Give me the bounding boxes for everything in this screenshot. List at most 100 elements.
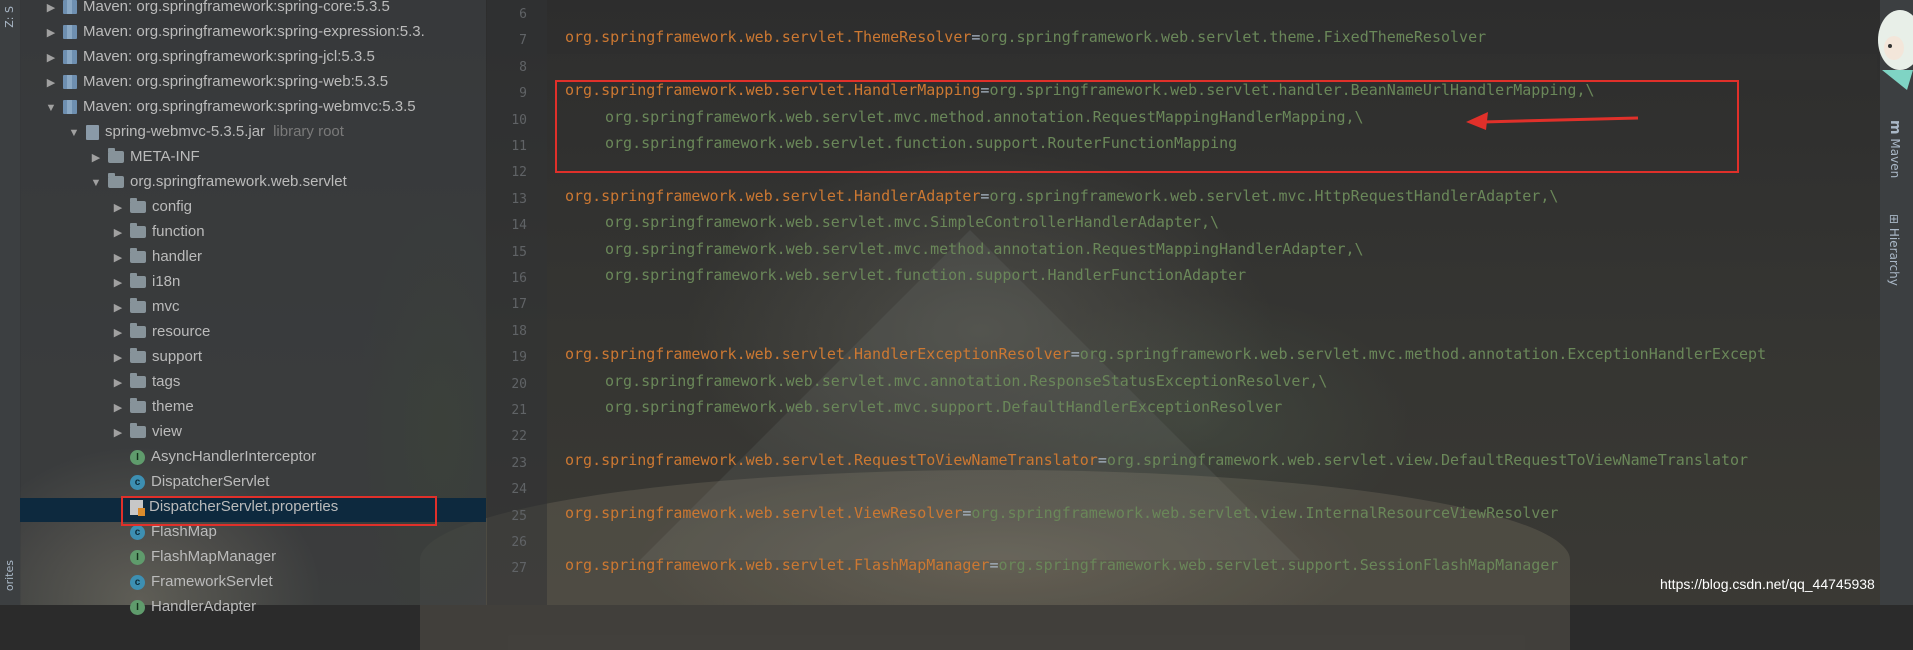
expand-arrow-icon[interactable]: ▶: [112, 276, 124, 289]
property-value: org.springframework.web.servlet.support.…: [998, 556, 1559, 575]
tree-node[interactable]: ▶ Maven: org.springframework:spring-core:…: [45, 0, 390, 22]
tree-node[interactable]: ▶ handler: [112, 248, 202, 272]
folder-icon: [108, 148, 124, 164]
tree-node[interactable]: I AsyncHandlerInterceptor: [112, 448, 316, 472]
expand-arrow-icon[interactable]: ▶: [45, 1, 57, 14]
maven-tab-label: Maven: [1888, 138, 1902, 179]
tree-node-label: FlashMapManager: [151, 548, 277, 565]
property-key: org.springframework.web.servlet.RequestT…: [565, 450, 1098, 469]
property-key: org.springframework.web.servlet.HandlerA…: [565, 186, 981, 205]
collapse-arrow-icon[interactable]: ▼: [45, 102, 57, 114]
expand-arrow-icon[interactable]: ▶: [112, 376, 124, 389]
property-value: org.springframework.web.servlet.mvc.anno…: [605, 371, 1328, 390]
expand-arrow-icon[interactable]: ▶: [112, 401, 124, 414]
tree-node-label: theme: [152, 398, 194, 415]
maven-tool-window-tab[interactable]: m Maven: [1887, 120, 1903, 178]
line-number: 10: [511, 112, 527, 128]
tree-node[interactable]: ▶ view: [112, 423, 182, 447]
folder-icon: [130, 398, 146, 414]
structure-tool-label[interactable]: Z: S: [3, 6, 16, 28]
tree-node[interactable]: ▶ config: [112, 198, 192, 222]
expand-arrow-icon[interactable]: ▶: [112, 301, 124, 314]
expand-arrow-icon[interactable]: ▶: [112, 226, 124, 239]
line-number: 17: [511, 297, 527, 313]
tree-node[interactable]: c FlashMap: [112, 523, 217, 547]
tree-node-label: Maven: org.springframework:spring-web:5.…: [83, 73, 389, 90]
property-separator: =: [1097, 450, 1107, 469]
class-icon: c: [130, 574, 145, 590]
jar-icon: [86, 124, 99, 140]
code-line: org.springframework.web.servlet.ThemeRes…: [565, 28, 1486, 54]
expand-arrow-icon[interactable]: ▶: [90, 151, 102, 164]
tree-node[interactable]: ▶ META-INF: [90, 148, 200, 172]
code-line: org.springframework.web.servlet.mvc.Simp…: [565, 213, 1219, 239]
collapse-arrow-icon[interactable]: ▼: [90, 177, 102, 189]
library-root-hint: library root: [273, 123, 344, 140]
property-value: org.springframework.web.servlet.mvc.Simp…: [605, 213, 1220, 232]
tree-node[interactable]: ▶ Maven: org.springframework:spring-expre…: [45, 23, 425, 47]
line-number: 22: [511, 429, 527, 445]
property-value: org.springframework.web.servlet.mvc.meth…: [1079, 345, 1767, 364]
tree-node[interactable]: ▼ Maven: org.springframework:spring-webmv…: [45, 98, 416, 122]
property-key: org.springframework.web.servlet.HandlerE…: [565, 345, 1071, 364]
tree-node-label: META-INF: [130, 148, 200, 165]
line-number: 18: [511, 323, 527, 339]
tree-node[interactable]: I FlashMapManager: [112, 548, 276, 572]
tree-node-label: support: [152, 348, 203, 365]
class-icon: c: [130, 524, 145, 540]
tree-node[interactable]: ▼ org.springframework.web.servlet: [90, 173, 347, 197]
library-icon: [63, 50, 77, 65]
tree-node[interactable]: c DispatcherServlet: [112, 473, 269, 497]
tree-node[interactable]: ▶ Maven: org.springframework:spring-web:5…: [45, 73, 388, 97]
line-number: 12: [511, 165, 527, 181]
expand-arrow-icon[interactable]: ▶: [112, 251, 124, 264]
tree-node-label: FrameworkServlet: [151, 573, 273, 590]
folder-icon: [130, 348, 146, 364]
tree-node[interactable]: ▶ support: [112, 348, 202, 372]
folder-icon: [130, 323, 146, 339]
property-key: org.springframework.web.servlet.ViewReso…: [565, 503, 963, 522]
line-number: 20: [511, 376, 527, 392]
tree-node[interactable]: I HandlerAdapter: [112, 598, 256, 622]
property-key: org.springframework.web.servlet.ThemeRes…: [565, 28, 972, 47]
expand-arrow-icon[interactable]: ▶: [45, 26, 57, 39]
tree-node[interactable]: c FrameworkServlet: [112, 573, 273, 597]
line-number: 16: [511, 271, 527, 286]
tree-node-label: AsyncHandlerInterceptor: [151, 448, 317, 465]
collapse-arrow-icon[interactable]: ▼: [68, 127, 80, 139]
expand-arrow-icon[interactable]: ▶: [112, 326, 124, 339]
tree-node-label: i18n: [152, 273, 181, 290]
interface-icon: I: [130, 549, 145, 565]
tree-node[interactable]: ▶ resource: [112, 323, 211, 347]
library-icon: [63, 25, 77, 40]
tree-node[interactable]: ▶ i18n: [112, 273, 181, 297]
expand-arrow-icon[interactable]: ▶: [112, 351, 124, 364]
tree-node-label: HandlerAdapter: [151, 598, 257, 615]
line-number: 6: [519, 7, 527, 22]
tree-node-label: resource: [152, 323, 211, 340]
line-number: 13: [511, 191, 527, 207]
tree-node[interactable]: ▼ spring-webmvc-5.3.5.jar library root: [68, 123, 344, 147]
caret-row-highlight: [547, 54, 1877, 80]
property-value: org.springframework.web.servlet.mvc.meth…: [605, 239, 1364, 258]
expand-arrow-icon[interactable]: ▶: [45, 76, 57, 89]
code-line: org.springframework.web.servlet.RequestT…: [565, 451, 1748, 477]
hierarchy-tool-window-tab[interactable]: ⊞ Hierarchy: [1887, 214, 1901, 286]
maven-icon: m: [1887, 120, 1903, 135]
tree-node[interactable]: ▶ function: [112, 223, 205, 247]
expand-arrow-icon[interactable]: ▶: [45, 51, 57, 64]
tree-node[interactable]: ▶ theme: [112, 398, 194, 422]
left-tool-stripe: Z: S orites: [0, 0, 21, 605]
expand-arrow-icon[interactable]: ▶: [112, 426, 124, 439]
folder-icon: [130, 248, 146, 264]
tree-node[interactable]: ▶ Maven: org.springframework:spring-jcl:5…: [45, 48, 375, 72]
tree-node[interactable]: ▶ tags: [112, 373, 181, 397]
line-number: 19: [511, 350, 527, 366]
tree-node[interactable]: ▶ mvc: [112, 298, 180, 322]
line-number: 24: [511, 482, 527, 498]
expand-arrow-icon[interactable]: ▶: [112, 201, 124, 214]
favorites-tool-label[interactable]: orites: [3, 560, 16, 591]
code-line: org.springframework.web.servlet.mvc.meth…: [565, 240, 1364, 266]
tree-node-label: Maven: org.springframework:spring-webmvc…: [83, 98, 416, 115]
folder-icon: [130, 423, 146, 439]
